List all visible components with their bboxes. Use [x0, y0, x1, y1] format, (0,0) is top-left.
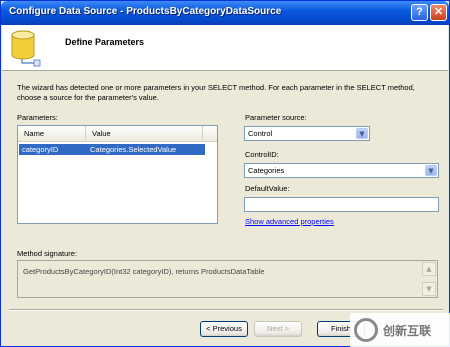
next-button[interactable]: Next >: [254, 321, 302, 337]
dialog-window: Configure Data Source - ProductsByCatego…: [0, 0, 450, 347]
default-value-label: DefaultValue:: [245, 184, 290, 193]
previous-button[interactable]: < Previous: [200, 321, 248, 337]
scroll-down-icon[interactable]: ▼: [422, 282, 436, 296]
close-button[interactable]: ✕: [430, 4, 447, 21]
chevron-down-icon[interactable]: ▼: [356, 128, 368, 139]
watermark-text: 创新互联: [383, 324, 432, 338]
control-id-value: Categories: [248, 166, 285, 175]
column-header-value[interactable]: Value: [86, 126, 203, 141]
control-id-label: ControlID:: [245, 150, 279, 159]
chevron-down-icon[interactable]: ▼: [425, 165, 437, 176]
title-bar[interactable]: Configure Data Source - ProductsByCatego…: [1, 1, 449, 25]
column-header-name[interactable]: Name: [18, 126, 86, 141]
window-title: Configure Data Source - ProductsByCatego…: [9, 6, 282, 17]
default-value-field[interactable]: [244, 197, 439, 212]
signature-scrollbar[interactable]: ▲ ▼: [422, 262, 436, 296]
parameters-list[interactable]: Name Value categoryID Categories.Selecte…: [17, 125, 218, 224]
footer-divider: [9, 309, 443, 311]
list-scroll-area: [205, 142, 217, 223]
header-title: Define Parameters: [65, 37, 145, 47]
parameter-name-cell: categoryID: [22, 145, 59, 154]
method-signature-box: GetProductsByCategoryID(Int32 categoryID…: [17, 260, 438, 298]
watermark: 创新互联: [350, 313, 450, 347]
database-icon: [11, 30, 41, 67]
parameters-list-header: Name Value: [18, 126, 217, 142]
parameters-label: Parameters:: [17, 113, 58, 122]
method-signature-label: Method signature:: [17, 249, 78, 258]
parameter-value-cell: Categories.SelectedValue: [90, 145, 177, 154]
scroll-up-icon[interactable]: ▲: [422, 262, 436, 276]
control-id-select[interactable]: Categories ▼: [244, 163, 439, 178]
show-advanced-properties-link[interactable]: Show advanced properties: [245, 217, 334, 226]
parameter-source-value: Control: [248, 129, 273, 138]
parameter-source-label: Parameter source:: [245, 113, 307, 122]
watermark-logo-icon: [354, 318, 378, 342]
parameter-source-select[interactable]: Control ▼: [244, 126, 370, 141]
table-row[interactable]: categoryID Categories.SelectedValue: [19, 144, 206, 155]
method-signature-text: GetProductsByCategoryID(Int32 categoryID…: [23, 267, 265, 276]
wizard-header: Define Parameters: [2, 25, 448, 71]
wizard-description: The wizard has detected one or more para…: [17, 83, 415, 102]
help-button[interactable]: ?: [411, 4, 428, 21]
